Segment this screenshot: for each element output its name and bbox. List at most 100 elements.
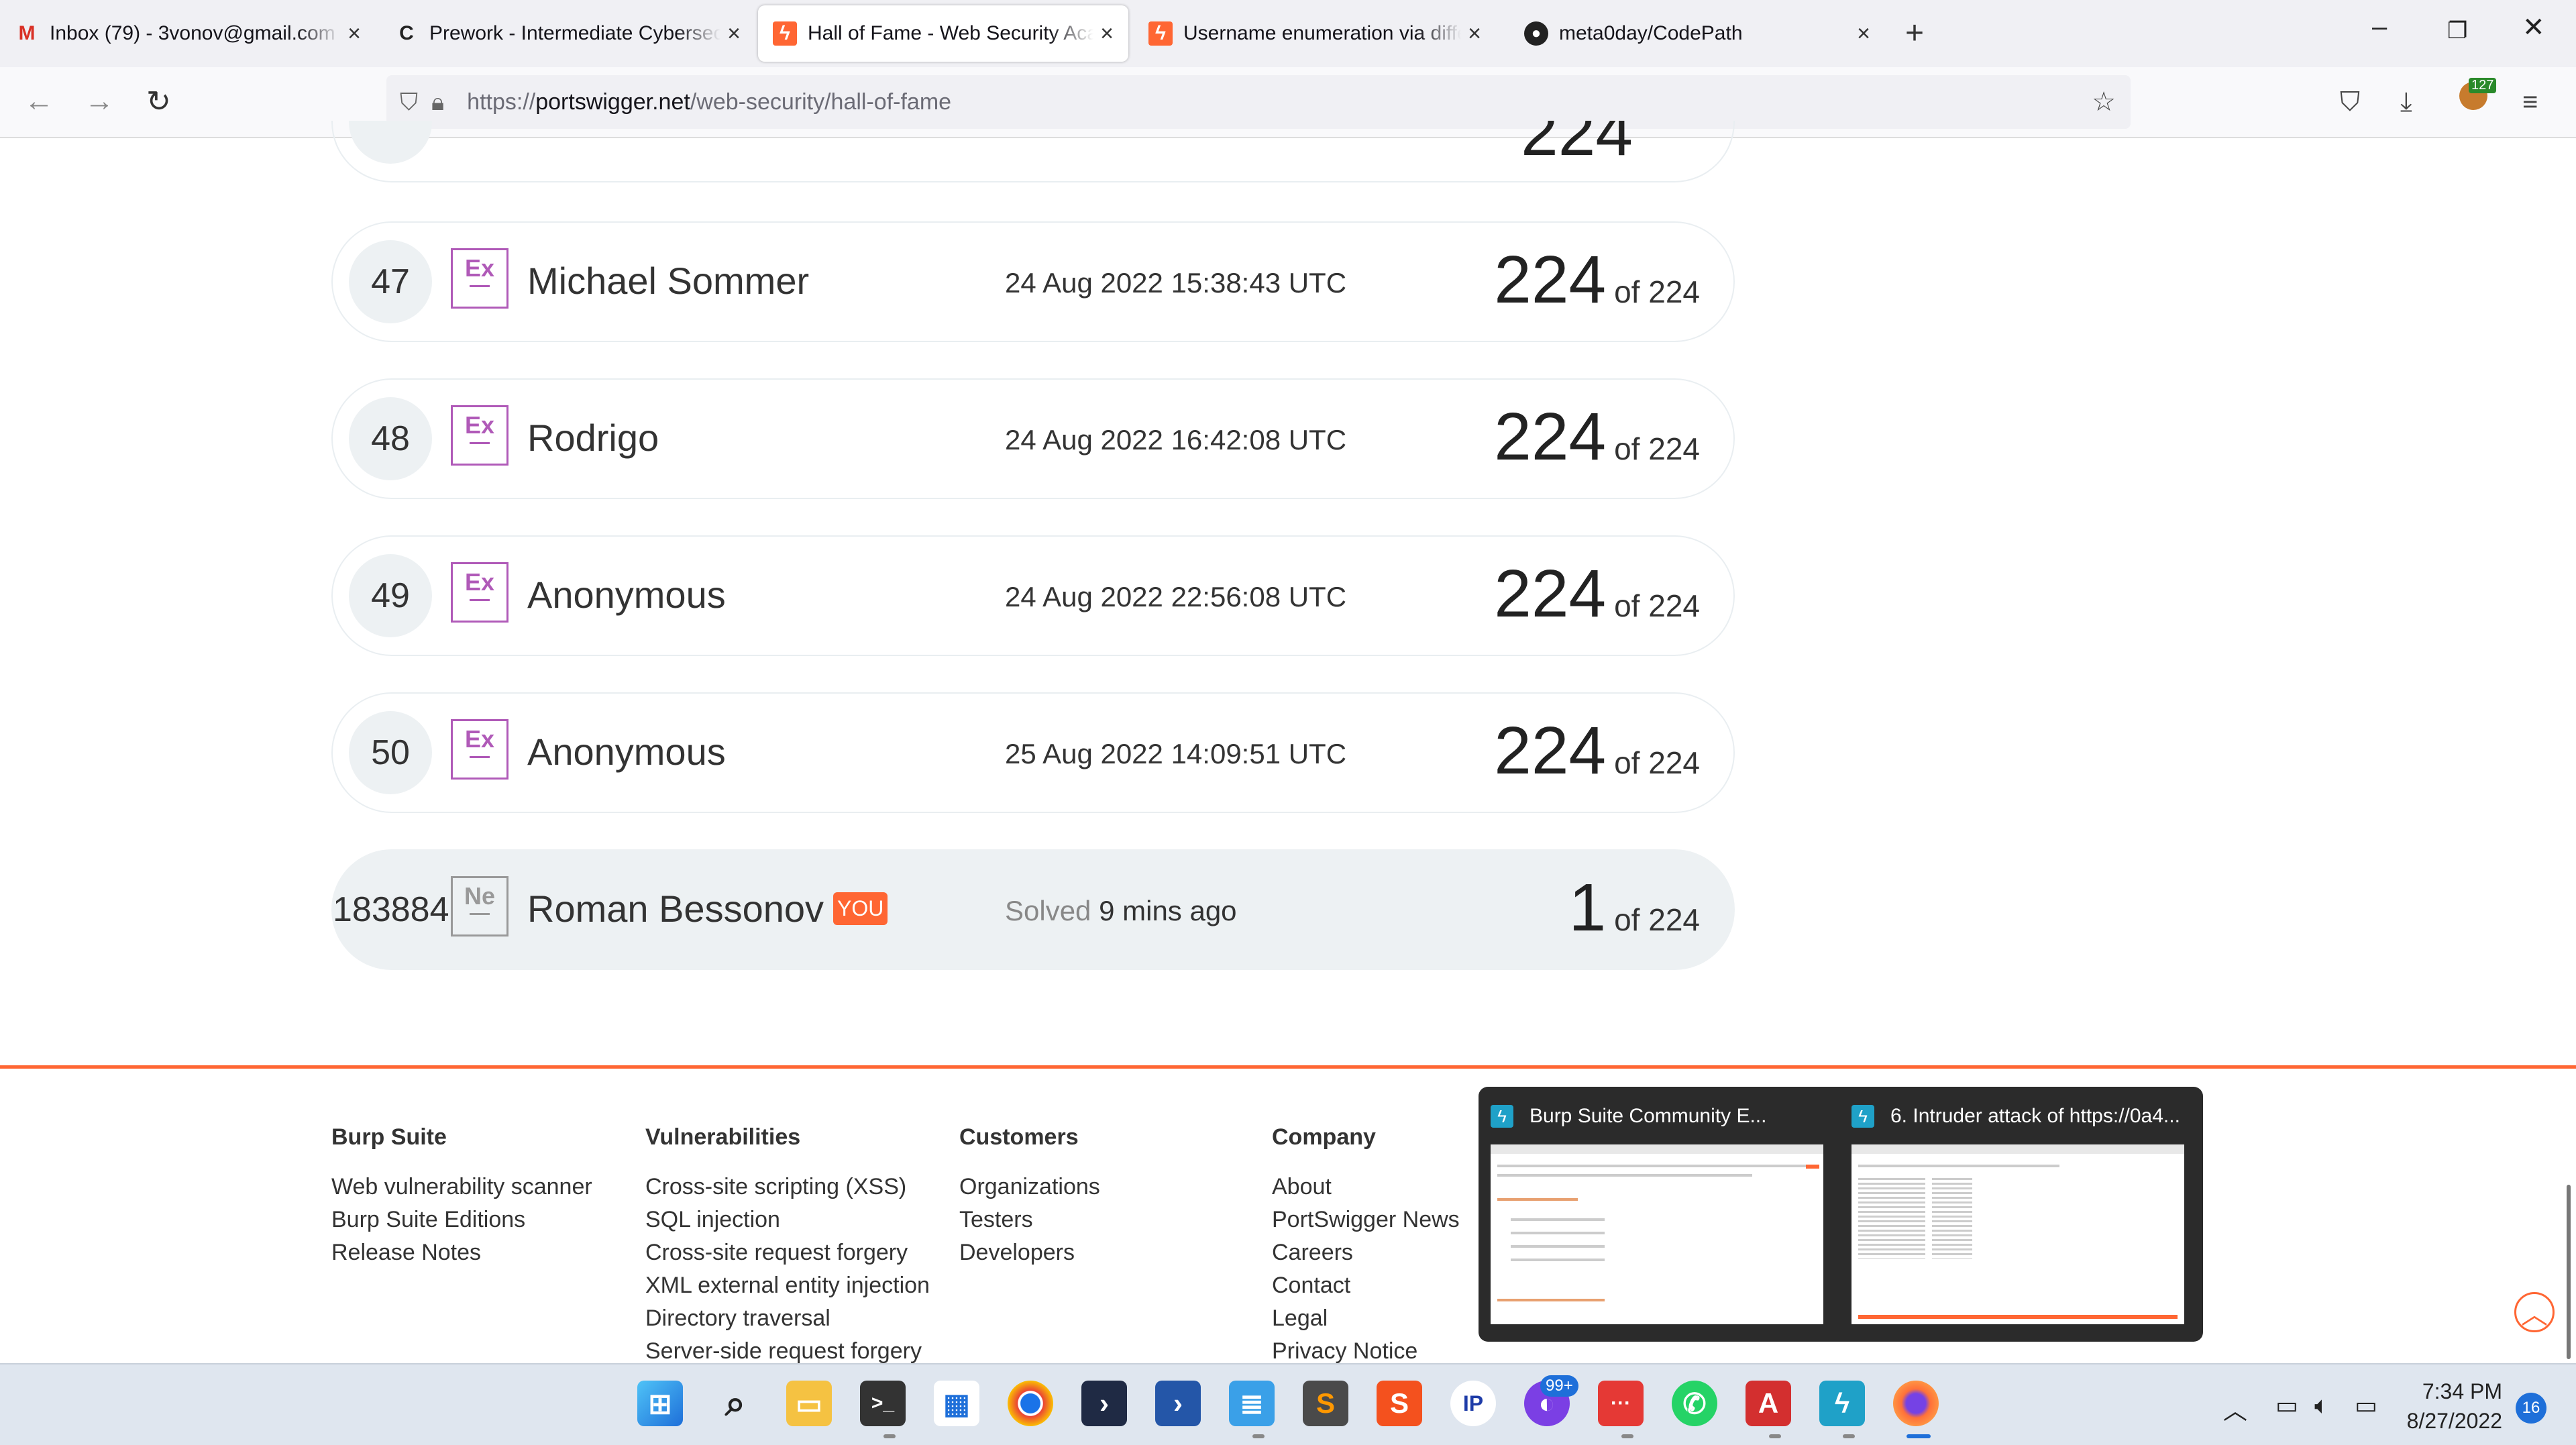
footer-heading: Vulnerabilities xyxy=(645,1124,801,1150)
scroll-to-top-button[interactable]: ︿ xyxy=(2514,1292,2555,1332)
windows-start-icon[interactable]: ⊞ xyxy=(637,1381,683,1426)
expert-level-badge: Ex xyxy=(451,562,508,623)
lock-icon[interactable]: 🔒︎ xyxy=(431,88,444,117)
display-icon[interactable]: ▭ xyxy=(2275,1391,2298,1420)
powershell-icon[interactable]: › xyxy=(1081,1381,1127,1426)
codepath-icon: C xyxy=(399,22,414,44)
firefox-icon[interactable] xyxy=(1893,1381,1939,1426)
footer-link[interactable]: XML external entity injection xyxy=(645,1269,930,1302)
acrobat-icon[interactable]: A xyxy=(1746,1381,1791,1426)
score: 1 of 224 xyxy=(1568,870,1700,945)
footer-link[interactable]: PortSwigger News xyxy=(1272,1203,1460,1236)
shield-icon[interactable]: ⛉ xyxy=(400,88,418,117)
reload-icon[interactable]: ↻ xyxy=(146,85,171,119)
notification-center-badge[interactable]: 16 xyxy=(2516,1393,2546,1424)
tab-title: Username enumeration via different respo… xyxy=(1183,22,1461,44)
leaderboard-row: 49 Ex Anonymous 24 Aug 2022 22:56:08 UTC… xyxy=(331,535,1735,656)
running-indicator xyxy=(1621,1434,1633,1438)
window-thumbnail[interactable]: ϟ 6. Intruder attack of https://0a4... xyxy=(1839,1098,2184,1332)
portswigger-icon: ϟ xyxy=(1148,21,1173,46)
notepad-icon[interactable]: ≣ xyxy=(1229,1381,1275,1426)
footer-link[interactable]: Legal xyxy=(1272,1302,1460,1335)
footer-link[interactable]: Organizations xyxy=(959,1171,1100,1203)
footer-link[interactable]: Cross-site request forgery xyxy=(645,1236,930,1269)
rank-number: 49 xyxy=(349,554,432,637)
footer-link[interactable]: Web vulnerability scanner xyxy=(331,1171,592,1203)
footer-link[interactable]: Careers xyxy=(1272,1236,1460,1269)
tab-hall-of-fame[interactable]: ϟ Hall of Fame - Web Security Academy × xyxy=(758,5,1128,62)
rank-number: 183884 xyxy=(333,890,449,929)
system-clock[interactable]: 7:34 PM 8/27/2022 xyxy=(2402,1377,2502,1436)
tab-gmail[interactable]: M Inbox (79) - 3vonov@gmail.com × xyxy=(0,5,376,62)
whatsapp-icon[interactable]: ✆ xyxy=(1672,1381,1717,1426)
tab-strip: M Inbox (79) - 3vonov@gmail.com × C Prew… xyxy=(0,0,2576,67)
leaderboard-row: 50 Ex Anonymous 25 Aug 2022 14:09:51 UTC… xyxy=(331,692,1735,813)
rank-number: 47 xyxy=(349,240,432,323)
footer-link[interactable]: Developers xyxy=(959,1236,1100,1269)
chat-app-icon[interactable]: ··· xyxy=(1598,1381,1644,1426)
close-icon[interactable]: × xyxy=(341,21,368,47)
bookmark-star-icon[interactable]: ☆ xyxy=(2092,87,2116,117)
menu-icon[interactable]: ≡ xyxy=(2522,87,2538,117)
newcomer-level-badge: Ne xyxy=(451,876,508,936)
terminal-icon[interactable]: >_ xyxy=(860,1381,906,1426)
footer-link[interactable]: Cross-site scripting (XSS) xyxy=(645,1171,930,1203)
footer-link[interactable]: Testers xyxy=(959,1203,1100,1236)
footer-link[interactable]: Release Notes xyxy=(331,1236,592,1269)
show-hidden-icons[interactable]: ︿ xyxy=(2223,1391,2247,1426)
volume-icon[interactable]: 🔈︎ xyxy=(2314,1391,2329,1420)
close-icon[interactable]: × xyxy=(1461,21,1488,47)
powershell-icon[interactable]: › xyxy=(1155,1381,1201,1426)
tab-github[interactable]: ● meta0day/CodePath × xyxy=(1509,5,1885,62)
notification-count-badge: 99+ xyxy=(1540,1375,1578,1397)
expert-level-badge: Ex xyxy=(451,405,508,466)
footer-link[interactable]: SQL injection xyxy=(645,1203,930,1236)
running-indicator xyxy=(1843,1434,1855,1438)
footer-column-customers: Customers Organizations Testers Develope… xyxy=(959,1124,1100,1269)
completion-date: 24 Aug 2022 16:42:08 UTC xyxy=(1005,424,1347,456)
extension-icon[interactable]: 127 xyxy=(2459,78,2497,117)
file-explorer-icon[interactable]: ▭ xyxy=(786,1381,832,1426)
page-scrollbar[interactable] xyxy=(2567,1185,2571,1359)
taskbar-thumbnail-popup: ϟ Burp Suite Community E... ϟ 6. Intruder … xyxy=(1479,1087,2203,1342)
tab-codepath[interactable]: C Prework - Intermediate Cybersecurity × xyxy=(380,5,755,62)
user-name: Rodrigo xyxy=(527,417,659,459)
chrome-icon[interactable] xyxy=(1008,1381,1053,1426)
restore-button[interactable]: ❐ xyxy=(2447,17,2467,44)
ip-app-icon[interactable]: IP xyxy=(1450,1381,1496,1426)
rank-number: 50 xyxy=(349,711,432,794)
footer-column-company: Company About PortSwigger News Careers C… xyxy=(1272,1124,1460,1368)
burp-suite-icon[interactable]: ϟ xyxy=(1819,1381,1865,1426)
close-icon[interactable]: × xyxy=(1850,21,1877,47)
url-text[interactable]: https://portswigger.net/web-security/hal… xyxy=(467,89,951,115)
sublime-text-icon[interactable]: S xyxy=(1303,1381,1348,1426)
battery-icon[interactable]: ▭ xyxy=(2355,1391,2377,1420)
footer-link[interactable]: Directory traversal xyxy=(645,1302,930,1335)
footer-link[interactable]: Burp Suite Editions xyxy=(331,1203,592,1236)
microsoft-store-icon[interactable]: ▦ xyxy=(934,1381,979,1426)
search-icon[interactable]: ⌕ xyxy=(712,1381,758,1426)
tab-username-enumeration[interactable]: ϟ Username enumeration via different res… xyxy=(1134,5,1496,62)
close-window-button[interactable]: ✕ xyxy=(2522,12,2545,43)
back-icon[interactable]: ← xyxy=(24,85,54,118)
burp-suite-icon: ϟ xyxy=(1491,1105,1513,1128)
pocket-icon[interactable]: ⛉ xyxy=(2340,87,2360,117)
expert-level-badge: Ex xyxy=(451,719,508,780)
you-badge: YOU xyxy=(833,892,888,925)
leaderboard-row-partial: 224 xyxy=(331,121,1735,182)
close-icon[interactable]: × xyxy=(1093,21,1120,47)
footer-link[interactable]: Contact xyxy=(1272,1269,1460,1302)
window-title: Burp Suite Community E... xyxy=(1529,1105,1767,1127)
completion-date: 24 Aug 2022 15:38:43 UTC xyxy=(1005,267,1347,299)
minimize-button[interactable]: – xyxy=(2372,12,2387,42)
new-tab-button[interactable]: + xyxy=(1905,15,1924,52)
app-s-icon[interactable]: S xyxy=(1377,1381,1422,1426)
footer-link[interactable]: About xyxy=(1272,1171,1460,1203)
portswigger-icon: ϟ xyxy=(773,21,797,46)
forward-icon[interactable]: → xyxy=(85,85,114,118)
download-icon[interactable]: ⤓ xyxy=(2400,87,2412,117)
window-thumbnail[interactable]: ϟ Burp Suite Community E... xyxy=(1479,1098,1823,1332)
github-icon: ● xyxy=(1524,21,1548,46)
expert-level-badge: Ex xyxy=(451,248,508,309)
close-icon[interactable]: × xyxy=(720,21,747,47)
